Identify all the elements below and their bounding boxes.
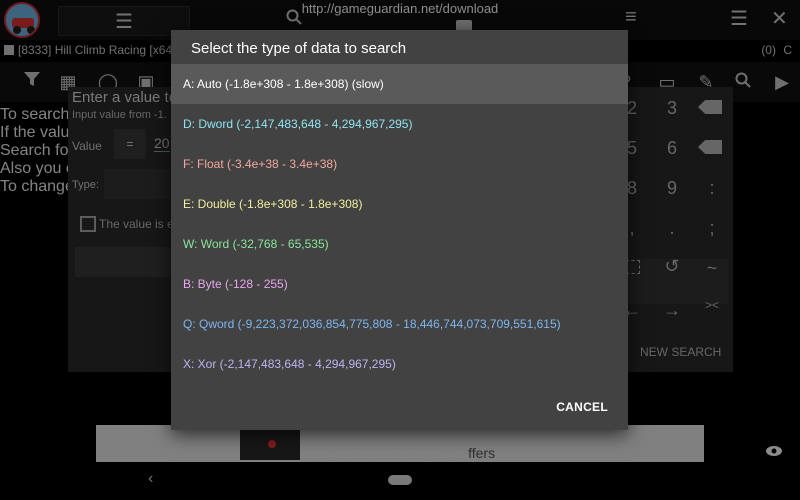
data-type-option[interactable]: D: Dword (-2,147,483,648 - 4,294,967,295… — [171, 104, 628, 144]
data-type-option[interactable]: E: Double (-1.8e+308 - 1.8e+308) — [171, 184, 628, 224]
dialog-title: Select the type of data to search — [191, 40, 407, 57]
data-type-dialog: Select the type of data to search A: Aut… — [171, 30, 628, 430]
data-type-option[interactable]: X: Xor (-2,147,483,648 - 4,294,967,295) — [171, 344, 628, 384]
data-type-option[interactable]: F: Float (-3.4e+38 - 3.4e+38) — [171, 144, 628, 184]
data-type-option[interactable]: B: Byte (-128 - 255) — [171, 264, 628, 304]
data-type-option[interactable]: Q: Qword (-9,223,372,036,854,775,808 - 1… — [171, 304, 628, 344]
cancel-button[interactable]: CANCEL — [556, 400, 608, 414]
data-type-option[interactable]: W: Word (-32,768 - 65,535) — [171, 224, 628, 264]
data-type-option[interactable]: A: Auto (-1.8e+308 - 1.8e+308) (slow) — [171, 64, 628, 104]
